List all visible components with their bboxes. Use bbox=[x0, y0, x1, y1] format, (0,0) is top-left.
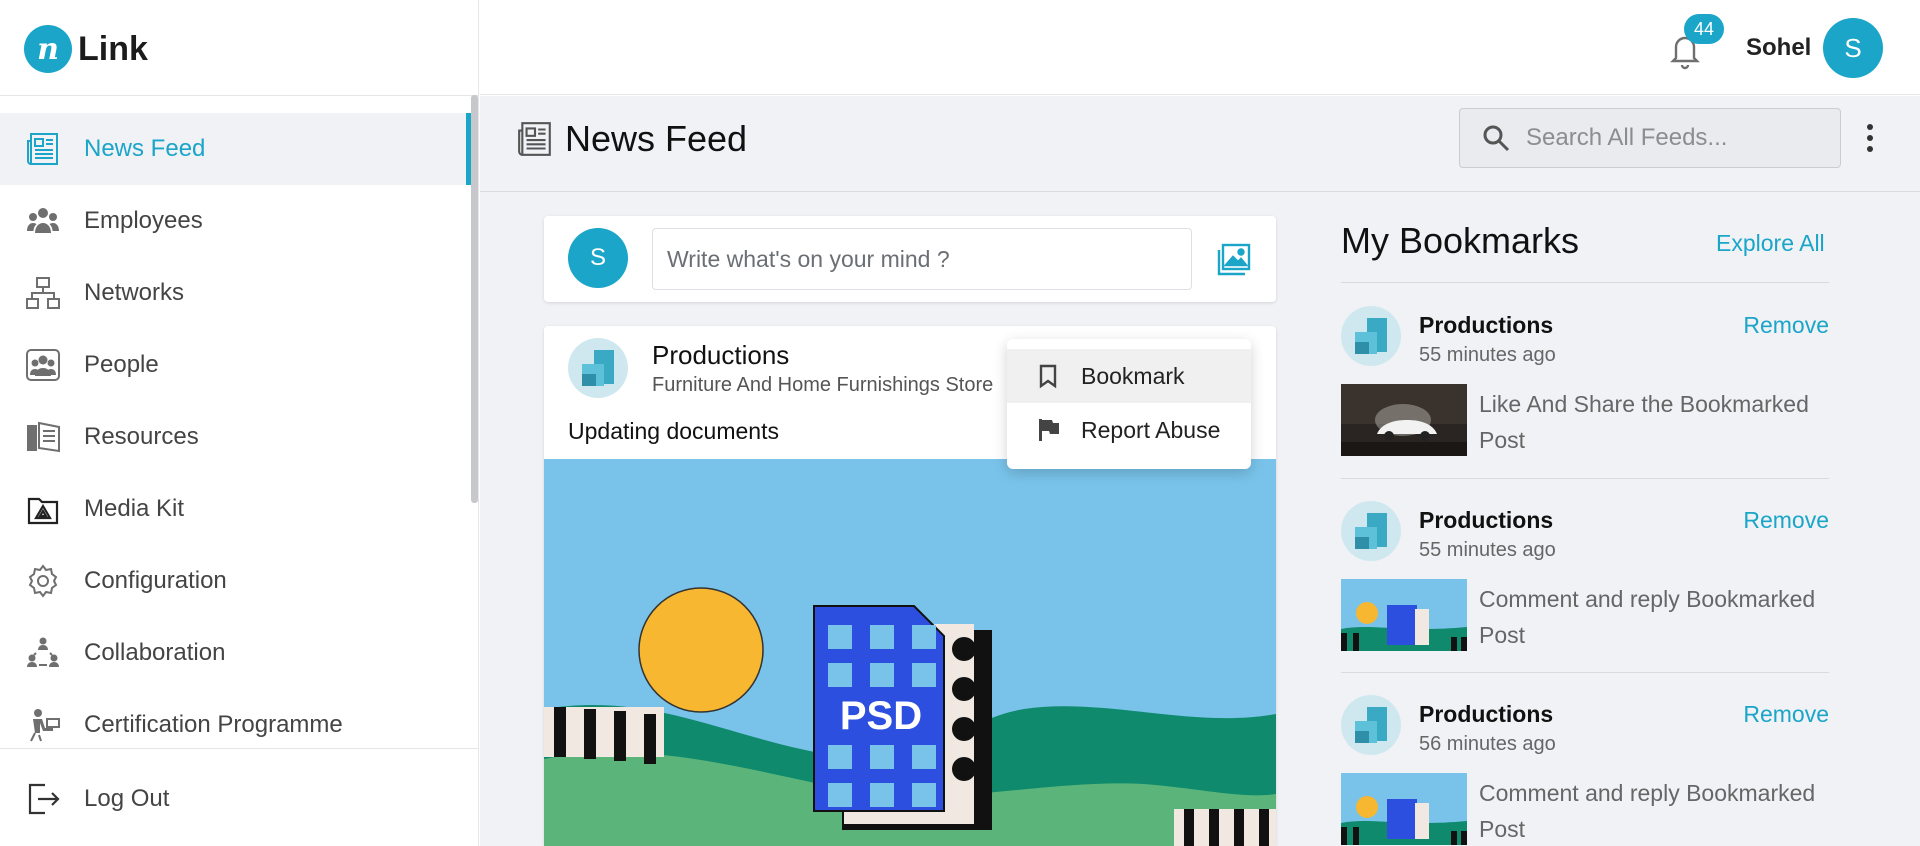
bookmark-item: Productions 56 minutes ago Remove Commen… bbox=[1341, 671, 1829, 846]
sidebar-item-label: News Feed bbox=[84, 135, 206, 162]
search-input[interactable] bbox=[1526, 124, 1826, 152]
post-composer: S bbox=[544, 216, 1276, 302]
logout-divider bbox=[0, 748, 479, 749]
sidebar-item-label: Employees bbox=[84, 207, 203, 234]
sidebar-item-label: Media Kit bbox=[84, 495, 185, 522]
people-icon bbox=[24, 346, 62, 384]
more-options-icon[interactable] bbox=[1860, 120, 1880, 156]
bookmark-avatar[interactable] bbox=[1341, 695, 1401, 755]
collaboration-icon bbox=[24, 634, 62, 672]
explore-all-link[interactable]: Explore All bbox=[1716, 230, 1825, 257]
search-icon bbox=[1483, 125, 1510, 152]
post-subtitle: Furniture And Home Furnishings Store bbox=[652, 374, 994, 396]
logout-icon bbox=[24, 780, 62, 818]
logo-text: Link bbox=[78, 29, 148, 68]
menu-item-label: Report Abuse bbox=[1081, 416, 1221, 443]
sidebar-item-people[interactable]: People bbox=[0, 329, 470, 401]
newspaper-icon bbox=[518, 122, 551, 156]
bookmark-time: 56 minutes ago bbox=[1419, 733, 1556, 755]
bookmark-text[interactable]: Like And Share the Bookmarked Post bbox=[1479, 386, 1819, 458]
avatar[interactable]: S bbox=[1823, 18, 1883, 78]
network-icon bbox=[24, 274, 62, 312]
sidebar: n Link News Feed Employees Networks Peop… bbox=[0, 0, 479, 846]
sidebar-item-networks[interactable]: Networks bbox=[0, 257, 470, 329]
app-logo[interactable]: n Link bbox=[24, 24, 148, 74]
bookmarks-title: My Bookmarks bbox=[1341, 220, 1580, 261]
page-header: News Feed bbox=[480, 96, 1920, 192]
sidebar-item-resources[interactable]: Resources bbox=[0, 401, 470, 473]
sidebar-item-configuration[interactable]: Configuration bbox=[0, 545, 470, 617]
bookmark-avatar[interactable] bbox=[1341, 306, 1401, 366]
sidebar-divider bbox=[0, 95, 479, 96]
logout-label: Log Out bbox=[84, 785, 170, 812]
search-box[interactable] bbox=[1459, 108, 1841, 168]
sidebar-item-label: Collaboration bbox=[84, 639, 226, 666]
notification-badge: 44 bbox=[1684, 14, 1724, 44]
post-image[interactable]: PSD bbox=[544, 459, 1276, 846]
sidebar-item-label: Resources bbox=[84, 423, 199, 450]
sidebar-item-certification[interactable]: Certification Programme bbox=[0, 689, 470, 761]
bookmark-item: Productions 55 minutes ago Remove Like A… bbox=[1341, 282, 1829, 462]
sidebar-item-label: Configuration bbox=[84, 567, 227, 594]
bookmark-text[interactable]: Comment and reply Bookmarked Post bbox=[1479, 775, 1819, 846]
remove-bookmark-button[interactable]: Remove bbox=[1743, 312, 1829, 339]
bookmark-text[interactable]: Comment and reply Bookmarked Post bbox=[1479, 581, 1819, 653]
logout-button[interactable]: Log Out bbox=[0, 763, 470, 835]
remove-bookmark-button[interactable]: Remove bbox=[1743, 507, 1829, 534]
post-input[interactable] bbox=[652, 228, 1192, 290]
newspaper-icon bbox=[24, 130, 62, 168]
bookmark-author[interactable]: Productions bbox=[1419, 507, 1553, 534]
page-title: News Feed bbox=[565, 118, 748, 159]
logo-mark: n bbox=[24, 25, 72, 73]
bookmark-thumbnail[interactable] bbox=[1341, 384, 1467, 456]
main-content: News Feed S Productions Furniture And Ho… bbox=[480, 96, 1920, 846]
employees-icon bbox=[24, 202, 62, 240]
book-icon bbox=[24, 418, 62, 456]
certification-icon bbox=[24, 706, 62, 744]
bookmark-avatar[interactable] bbox=[1341, 501, 1401, 561]
gear-icon bbox=[24, 562, 62, 600]
bookmark-time: 55 minutes ago bbox=[1419, 539, 1556, 561]
bookmark-author[interactable]: Productions bbox=[1419, 312, 1553, 339]
menu-item-label: Bookmark bbox=[1081, 362, 1185, 389]
top-bar: 44 Sohel S bbox=[480, 0, 1920, 95]
post-text: Updating documents bbox=[568, 418, 779, 444]
sidebar-item-label: Networks bbox=[84, 279, 185, 306]
sidebar-item-label: People bbox=[84, 351, 159, 378]
sidebar-nav: News Feed Employees Networks People Reso… bbox=[0, 113, 470, 761]
post-avatar[interactable] bbox=[568, 338, 628, 398]
bookmark-author[interactable]: Productions bbox=[1419, 701, 1553, 728]
sidebar-item-media-kit[interactable]: Media Kit bbox=[0, 473, 470, 545]
bookmark-menu-item[interactable]: Bookmark bbox=[1007, 349, 1251, 403]
remove-bookmark-button[interactable]: Remove bbox=[1743, 701, 1829, 728]
avatar: S bbox=[568, 228, 628, 288]
bookmark-icon bbox=[1039, 364, 1057, 389]
sidebar-item-collaboration[interactable]: Collaboration bbox=[0, 617, 470, 689]
post-options-menu: Bookmark Report Abuse bbox=[1007, 339, 1251, 469]
sidebar-item-employees[interactable]: Employees bbox=[0, 185, 470, 257]
logout-section: Log Out bbox=[0, 763, 470, 835]
image-upload-icon[interactable] bbox=[1214, 240, 1252, 278]
bookmark-thumbnail[interactable] bbox=[1341, 579, 1467, 651]
bookmark-item: Productions 55 minutes ago Remove Commen… bbox=[1341, 477, 1829, 657]
flag-icon bbox=[1039, 419, 1059, 441]
media-kit-icon bbox=[24, 490, 62, 528]
bookmark-time: 55 minutes ago bbox=[1419, 344, 1556, 366]
psd-label: PSD bbox=[840, 694, 922, 738]
sidebar-item-news-feed[interactable]: News Feed bbox=[0, 113, 470, 185]
report-abuse-menu-item[interactable]: Report Abuse bbox=[1007, 403, 1251, 457]
user-name[interactable]: Sohel bbox=[1746, 34, 1811, 62]
sidebar-scrollbar[interactable] bbox=[471, 95, 478, 503]
post-author[interactable]: Productions bbox=[652, 340, 789, 371]
sidebar-item-label: Certification Programme bbox=[84, 711, 343, 738]
bookmark-thumbnail[interactable] bbox=[1341, 773, 1467, 845]
